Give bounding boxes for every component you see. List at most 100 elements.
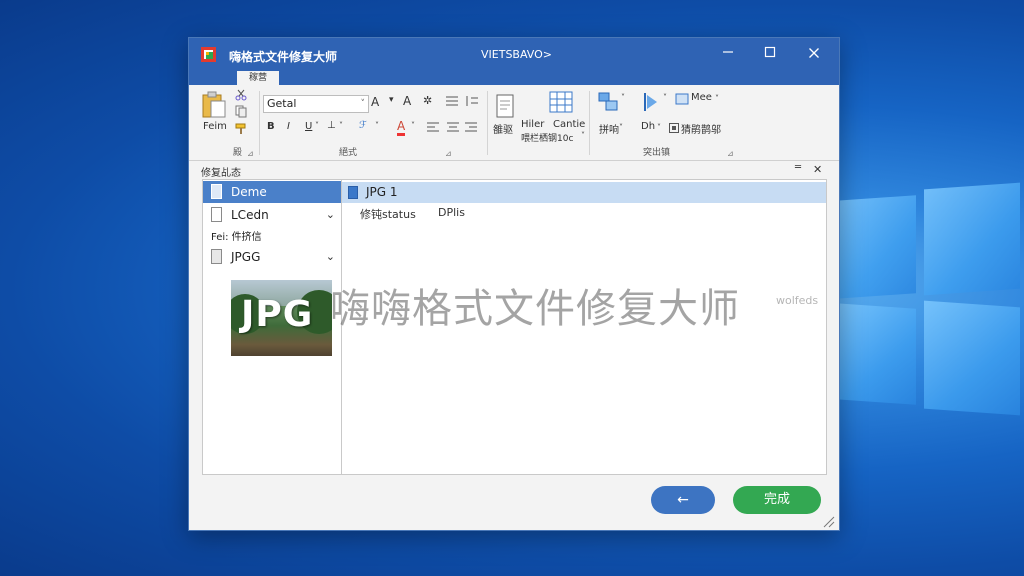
font-group: Getal ˅ A ▾ A ✲ B I U ˅ ⊥ ˅ ℱ ˅ A ˅ 絕式 ⊿	[189, 85, 489, 161]
nav-item-label: JPGG	[231, 250, 261, 264]
mee-button-label[interactable]: Mee	[691, 92, 712, 103]
dialog-launcher-icon[interactable]: ⊿	[445, 149, 452, 158]
chevron-down-icon[interactable]: ⌄	[326, 250, 335, 263]
grow-font-button[interactable]: A	[371, 95, 379, 109]
nav-sub-text: Fei: 件挤信	[211, 232, 262, 243]
column-header-dpi[interactable]: DPlis	[438, 206, 465, 219]
cantie-button-label[interactable]: Cantie	[553, 119, 585, 130]
resize-grip-icon[interactable]	[821, 514, 835, 528]
logo-pane	[924, 182, 1020, 296]
image-thumbnail[interactable]: JPG	[231, 280, 332, 356]
arrange-icon[interactable]	[597, 91, 619, 113]
panel-header: 修复乩态 ═ ✕	[189, 162, 839, 179]
chevron-down-icon[interactable]: ˅	[375, 121, 379, 130]
logo-pane	[924, 300, 1020, 416]
file-nav-pane: Deme LCedn ⌄ Fei: 件挤信 JPGG ⌄ JPG	[202, 179, 342, 475]
hiler-button-label[interactable]: Hiler	[521, 119, 544, 130]
image-file-icon	[211, 249, 222, 264]
underline-button[interactable]: U	[305, 121, 312, 132]
document-icon	[211, 184, 222, 199]
column-header-status[interactable]: 修钝status	[360, 206, 416, 222]
dialog-launcher-icon[interactable]: ⊿	[727, 149, 734, 158]
logo-pane	[836, 303, 916, 405]
chevron-down-icon: ˅	[360, 99, 366, 109]
chevron-down-icon[interactable]: ˅	[315, 121, 319, 130]
bold-button[interactable]: B	[267, 121, 275, 132]
chevron-down-icon[interactable]: ˅	[663, 93, 667, 102]
highlight-icon[interactable]: ℱ	[359, 120, 367, 131]
app-logo-icon	[201, 47, 216, 62]
group-objects-icon[interactable]	[669, 123, 679, 133]
panel-close-icon[interactable]: ✕	[813, 163, 822, 176]
panel-title: 修复乩态	[201, 168, 241, 179]
align-right-icon[interactable]	[465, 122, 477, 133]
font-group-label: 絕式	[339, 148, 358, 158]
shrink-font-button[interactable]: A	[403, 94, 411, 108]
file-icon	[348, 186, 358, 199]
chevron-down-icon[interactable]: ▾	[389, 95, 394, 105]
nav-item-lcedn[interactable]: LCedn ⌄	[203, 204, 341, 226]
document-icon	[211, 207, 222, 222]
nav-item-label: LCedn	[231, 208, 269, 222]
windows-logo	[836, 182, 1024, 428]
text-b-label[interactable]: Dh	[641, 121, 655, 132]
font-name-value: Getal	[267, 97, 297, 110]
maximize-icon	[764, 46, 776, 58]
chevron-down-icon[interactable]: ˅	[411, 121, 415, 130]
align-left-icon[interactable]	[427, 122, 439, 133]
tab-home[interactable]: 稼营	[237, 71, 279, 85]
window-subtitle: VIETSBAVO>	[481, 48, 552, 61]
watermark-text: 嗨嗨格式文件修复大师	[330, 286, 740, 332]
close-icon	[809, 48, 819, 58]
back-button[interactable]: ←	[651, 486, 715, 514]
maximize-button[interactable]	[757, 43, 783, 65]
chevron-down-icon[interactable]: ˅	[581, 131, 585, 140]
watermark-small-text: wolfeds	[776, 294, 819, 307]
file-name: JPG 1	[366, 185, 398, 199]
title-bar[interactable]: 嗨格式文件修复大师 VIETSBAVO>	[189, 38, 839, 71]
ribbon-tab-row: 稼营	[189, 71, 839, 85]
nav-sub-label: Fei: 件挤信	[203, 224, 341, 246]
panel-pin-icon[interactable]: ═	[795, 162, 801, 173]
close-button[interactable]	[801, 43, 827, 65]
align-center-icon[interactable]	[447, 122, 459, 133]
logo-pane	[836, 195, 916, 299]
file-row-selected[interactable]: JPG 1	[342, 182, 826, 203]
thumbnail-jpg-text: JPG	[241, 294, 314, 335]
editor-button-label[interactable]: 雒驱	[493, 121, 513, 136]
nav-item-jpgg[interactable]: JPGG ⌄	[203, 246, 341, 268]
done-button[interactable]: 完成	[733, 486, 821, 514]
sort-icon[interactable]	[465, 95, 479, 107]
minimize-icon	[723, 51, 733, 53]
table-icon[interactable]	[549, 91, 573, 113]
chevron-down-icon[interactable]: ˅	[619, 123, 623, 132]
font-color-icon[interactable]: A	[397, 119, 406, 136]
group-icon[interactable]	[675, 93, 689, 105]
editing-group: 雒驱 Hiler Cantie 喂栏栖钢10c ˅	[489, 85, 589, 161]
minimize-button[interactable]	[715, 43, 741, 65]
chevron-down-icon[interactable]: ⌄	[326, 208, 335, 221]
ribbon: Feim 殿 ⊿ Getal ˅ A ▾ A ✲ B I U ˅ ⊥ ˅ ℱ ˅…	[189, 85, 839, 161]
bullets-icon[interactable]	[445, 95, 459, 107]
chevron-down-icon[interactable]: ˅	[657, 123, 661, 132]
font-name-combo[interactable]: Getal ˅	[263, 95, 369, 113]
text-a-label[interactable]: 拼响	[599, 121, 619, 136]
nav-item-label: Deme	[231, 185, 267, 199]
document-edit-icon[interactable]	[495, 93, 517, 119]
text-c-label[interactable]: 猜鹃鹊邬	[681, 121, 721, 136]
back-arrow-icon: ←	[677, 492, 689, 508]
ribbon-separator	[487, 91, 488, 155]
chevron-down-icon[interactable]: ˅	[339, 121, 343, 130]
clear-format-icon[interactable]: ✲	[423, 94, 432, 107]
mid-label: 喂栏栖钢10c	[521, 134, 574, 144]
arrange-group-label: 突出镇	[643, 148, 671, 158]
border-icon[interactable]: ⊥	[327, 120, 336, 131]
chevron-down-icon[interactable]: ˅	[621, 93, 625, 102]
align-objects-icon[interactable]	[639, 91, 661, 113]
arrange-group: ˅ ˅ Mee ˅ 拼响 ˅ Dh ˅ 猜鹃鹊邬 突出镇 ⊿	[591, 85, 741, 161]
italic-button[interactable]: I	[287, 121, 290, 132]
chevron-down-icon[interactable]: ˅	[715, 94, 719, 103]
nav-item-deme[interactable]: Deme	[203, 181, 341, 203]
ribbon-separator	[589, 91, 590, 155]
app-title: 嗨格式文件修复大师	[229, 50, 338, 64]
